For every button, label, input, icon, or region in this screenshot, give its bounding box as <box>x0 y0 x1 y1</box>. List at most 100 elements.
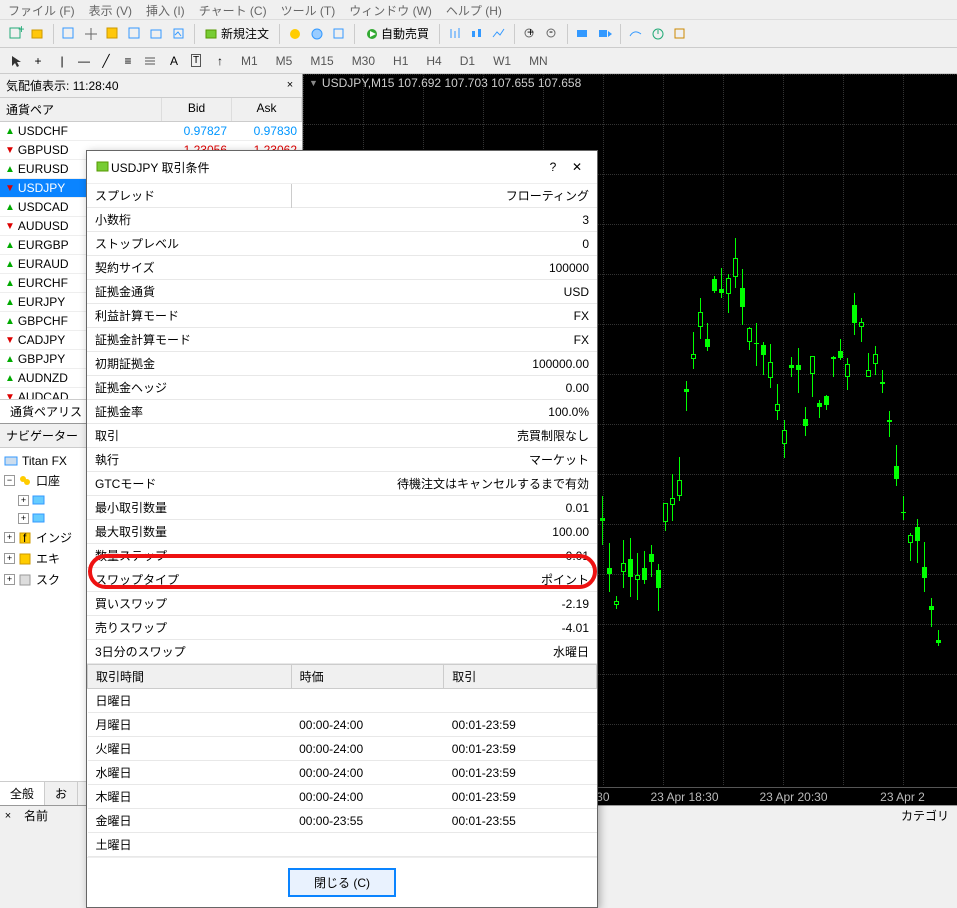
dialog-title-text: USDJPY 取引条件 <box>111 159 541 176</box>
menu-insert[interactable]: 挿入 (I) <box>146 2 185 17</box>
horizontal-line-icon[interactable]: — <box>74 51 94 71</box>
folder-icon <box>32 493 46 507</box>
accounts-icon <box>18 474 32 488</box>
prop-row: 契約サイズ100000 <box>87 256 597 280</box>
prop-row: 執行マーケット <box>87 448 597 472</box>
new-order-button[interactable]: 新規注文 <box>200 24 274 44</box>
prop-row: 最大取引数量100.00 <box>87 520 597 544</box>
fibonacci-icon[interactable] <box>140 51 160 71</box>
nav-tab-favorite[interactable]: お <box>45 782 78 805</box>
periodicity-icon[interactable] <box>648 24 668 44</box>
bar-chart-icon[interactable] <box>445 24 465 44</box>
crosshair-icon[interactable] <box>81 24 101 44</box>
close-button[interactable]: ✕ <box>565 157 589 177</box>
tree-expand-icon[interactable]: + <box>18 495 29 506</box>
market-watch-row[interactable]: ▲USDCHF0.978270.97830 <box>0 122 302 141</box>
menu-window[interactable]: ウィンドウ (W) <box>349 2 432 17</box>
tree-expand-icon[interactable]: + <box>18 513 29 524</box>
templates-icon[interactable] <box>670 24 690 44</box>
prop-row: 初期証拠金100000.00 <box>87 352 597 376</box>
prop-row: 証拠金ヘッジ0.00 <box>87 376 597 400</box>
timeframe-h4[interactable]: H4 <box>419 51 448 71</box>
prop-row: GTCモード待機注文はキャンセルするまで有効 <box>87 472 597 496</box>
mw-col-ask[interactable]: Ask <box>232 98 302 121</box>
crosshair-tool-icon[interactable]: + <box>28 51 48 71</box>
meta-icon[interactable] <box>285 24 305 44</box>
svg-text:+: + <box>18 26 24 36</box>
prop-row: 最小取引数量0.01 <box>87 496 597 520</box>
auto-scroll-icon[interactable] <box>573 24 593 44</box>
terminal-icon[interactable] <box>147 24 167 44</box>
candlestick-icon[interactable] <box>467 24 487 44</box>
nav-tab-general[interactable]: 全般 <box>0 782 45 805</box>
menu-tool[interactable]: ツール (T) <box>281 2 336 17</box>
timeframe-w1[interactable]: W1 <box>486 51 518 71</box>
schedule-row: 火曜日00:00-24:0000:01-23:59 <box>88 737 597 761</box>
line-chart-icon[interactable] <box>489 24 509 44</box>
channel-icon[interactable]: ≡ <box>118 51 138 71</box>
zoom-out-icon[interactable]: - <box>542 24 562 44</box>
navigator-icon[interactable] <box>125 24 145 44</box>
data-window-icon[interactable] <box>103 24 123 44</box>
nav-experts[interactable]: エキ <box>36 550 60 567</box>
vertical-line-icon[interactable]: | <box>52 51 72 71</box>
tree-expand-icon[interactable]: + <box>4 574 15 585</box>
indicator-icon: f <box>18 531 32 545</box>
nav-scripts[interactable]: スク <box>36 571 60 588</box>
nav-indicators[interactable]: インジ <box>36 529 72 546</box>
schedule-row: 水曜日00:00-24:0000:01-23:59 <box>88 761 597 785</box>
nav-root[interactable]: Titan FX <box>22 454 67 468</box>
new-chart-icon[interactable]: + <box>6 24 26 44</box>
mw-col-bid[interactable]: Bid <box>162 98 232 121</box>
text-label-icon[interactable]: T <box>186 51 206 71</box>
help-button[interactable]: ? <box>541 157 565 177</box>
indicators-icon[interactable] <box>626 24 646 44</box>
mw-col-pair[interactable]: 通貨ペア <box>0 98 162 121</box>
tree-expand-icon[interactable]: + <box>4 532 15 543</box>
timeframe-m30[interactable]: M30 <box>345 51 382 71</box>
prop-row: スワップタイプポイント <box>87 568 597 592</box>
options-icon[interactable] <box>329 24 349 44</box>
arrows-icon[interactable]: ↑ <box>210 51 230 71</box>
nav-accounts[interactable]: 口座 <box>36 472 60 489</box>
auto-trade-button[interactable]: 自動売買 <box>360 24 434 44</box>
menu-file[interactable]: ファイル (F) <box>8 2 75 17</box>
server-icon <box>4 454 18 468</box>
cursor-icon[interactable] <box>6 51 26 71</box>
schedule-row: 金曜日00:00-23:5500:01-23:55 <box>88 809 597 833</box>
market-watch-icon[interactable] <box>59 24 79 44</box>
menu-view[interactable]: 表示 (V) <box>89 2 132 17</box>
chart-label: USDJPY,M15 107.692 107.703 107.655 107.6… <box>322 76 581 90</box>
expert-icon <box>18 552 32 566</box>
timeframe-m5[interactable]: M5 <box>269 51 300 71</box>
timeframe-m15[interactable]: M15 <box>303 51 340 71</box>
timeframe-mn[interactable]: MN <box>522 51 555 71</box>
chart-dropdown-icon[interactable]: ▼ <box>309 78 318 88</box>
sched-col-trade: 取引 <box>444 665 597 689</box>
terminal-close[interactable]: × <box>0 810 16 822</box>
tree-expand-icon[interactable]: + <box>4 553 15 564</box>
tree-collapse-icon[interactable]: − <box>4 475 15 486</box>
trendline-icon[interactable]: ╱ <box>96 51 116 71</box>
prop-row: 買いスワップ-2.19 <box>87 592 597 616</box>
menu-help[interactable]: ヘルプ (H) <box>446 2 502 17</box>
market-watch-close[interactable]: × <box>284 80 296 92</box>
timeframe-d1[interactable]: D1 <box>453 51 482 71</box>
profiles-icon[interactable] <box>28 24 48 44</box>
menu-chart[interactable]: チャート (C) <box>199 2 267 17</box>
timeframe-m1[interactable]: M1 <box>234 51 265 71</box>
mw-tab-pairs[interactable]: 通貨ペアリス <box>0 400 93 423</box>
contract-spec-dialog: USDJPY 取引条件 ? ✕ スプレッドフローティング小数桁3ストップレベル0… <box>86 150 598 908</box>
expert-advisors-icon[interactable] <box>307 24 327 44</box>
dialog-close-button[interactable]: 閉じる (C) <box>288 868 396 897</box>
zoom-in-icon[interactable]: + <box>520 24 540 44</box>
prop-row: 利益計算モードFX <box>87 304 597 328</box>
chart-shift-icon[interactable] <box>595 24 615 44</box>
text-icon[interactable]: A <box>164 51 184 71</box>
strategy-tester-icon[interactable] <box>169 24 189 44</box>
menu-bar: ファイル (F) 表示 (V) 挿入 (I) チャート (C) ツール (T) … <box>0 0 957 20</box>
timeframe-h1[interactable]: H1 <box>386 51 415 71</box>
dialog-icon <box>95 159 111 175</box>
svg-text:-: - <box>549 26 553 38</box>
toolbar-drawing: + | — ╱ ≡ A T ↑ M1M5M15M30H1H4D1W1MN <box>0 48 957 74</box>
